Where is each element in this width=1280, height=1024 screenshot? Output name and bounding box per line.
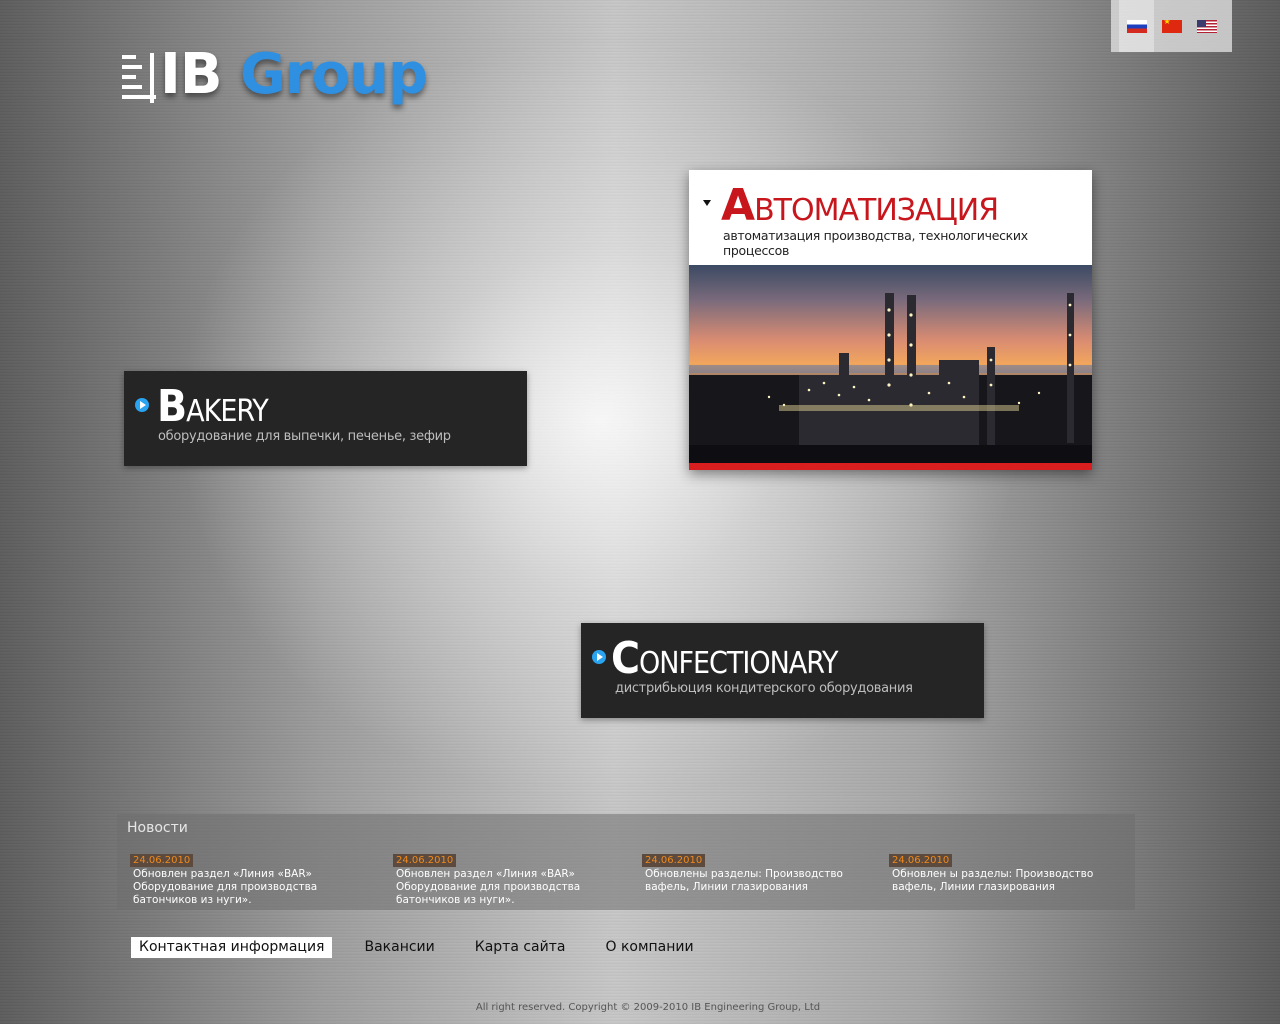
triangle-down-icon	[703, 200, 711, 206]
confectionary-title: CONFECTIONARY	[611, 633, 839, 684]
news-date: 24.06.2010	[130, 854, 194, 867]
news-date: 24.06.2010	[393, 854, 457, 867]
logo-mark-icon	[122, 47, 156, 103]
logo-text-ib: IB	[160, 42, 241, 107]
bakery-title-cap: B	[157, 381, 187, 432]
news-heading: Новости	[127, 820, 188, 836]
bakery-title-rest: AKERY	[186, 394, 269, 429]
flag-russia-icon	[1126, 19, 1147, 33]
footer-nav: Контактная информация Вакансии Карта сай…	[131, 937, 726, 958]
bakery-title: BAKERY	[157, 381, 269, 432]
footer-link-contacts[interactable]: Контактная информация	[131, 937, 333, 958]
flag-usa-icon	[1196, 19, 1217, 33]
play-arrow-icon	[135, 398, 149, 412]
news-date: 24.06.2010	[642, 854, 706, 867]
news-panel: Новости 24.06.2010 Обновлен раздел «Лини…	[117, 814, 1135, 910]
confectionary-card[interactable]: CONFECTIONARY дистрибьюция кондитерского…	[581, 623, 984, 718]
footer-link-about[interactable]: О компании	[597, 937, 701, 958]
logo-text-group: Group	[240, 42, 428, 107]
news-text[interactable]: Обновлен ы разделы: Производство вафель,…	[889, 868, 1129, 894]
lang-russian[interactable]	[1119, 0, 1154, 52]
news-text[interactable]: Обновлен раздел «Линия «BAR» Оборудовани…	[393, 868, 633, 907]
automation-title-cap: А	[721, 180, 755, 231]
refinery-illustration	[689, 293, 1092, 463]
logo-text: IB Group	[160, 42, 428, 107]
automation-card[interactable]: АВТОМАТИЗАЦИЯ автоматизация производства…	[689, 170, 1092, 470]
news-item[interactable]: 24.06.2010 Обновлен ы разделы: Производс…	[889, 848, 1129, 894]
news-item[interactable]: 24.06.2010 Обновлен раздел «Линия «BAR» …	[130, 848, 370, 907]
refinery-photo	[689, 265, 1092, 463]
lang-english[interactable]	[1189, 0, 1224, 52]
site-logo[interactable]: IB Group	[122, 42, 428, 107]
bakery-card[interactable]: BAKERY оборудование для выпечки, печенье…	[124, 371, 527, 466]
news-text[interactable]: Обновлен раздел «Линия «BAR» Оборудовани…	[130, 868, 370, 907]
news-item[interactable]: 24.06.2010 Обновлены разделы: Производст…	[642, 848, 882, 894]
automation-title: АВТОМАТИЗАЦИЯ	[721, 180, 999, 231]
flag-china-icon	[1161, 19, 1182, 33]
confectionary-subtitle: дистрибьюция кондитерского оборудования	[615, 681, 913, 696]
news-item[interactable]: 24.06.2010 Обновлен раздел «Линия «BAR» …	[393, 848, 633, 907]
news-text[interactable]: Обновлены разделы: Производство вафель, …	[642, 868, 882, 894]
confectionary-title-cap: C	[611, 633, 640, 684]
footer-link-sitemap[interactable]: Карта сайта	[467, 937, 574, 958]
lang-chinese[interactable]	[1154, 0, 1189, 52]
confectionary-title-rest: ONFECTIONARY	[639, 646, 838, 681]
automation-subtitle: автоматизация производства, технологичес…	[723, 228, 1028, 258]
language-switcher	[1111, 0, 1232, 52]
automation-accent-bar	[689, 463, 1092, 470]
bakery-subtitle: оборудование для выпечки, печенье, зефир	[158, 429, 451, 444]
automation-title-rest: ВТОМАТИЗАЦИЯ	[754, 193, 999, 228]
news-date: 24.06.2010	[889, 854, 953, 867]
footer-link-vacancies[interactable]: Вакансии	[356, 937, 442, 958]
copyright-text: All right reserved. Copyright © 2009-201…	[475, 1002, 821, 1013]
play-arrow-icon	[592, 650, 606, 664]
